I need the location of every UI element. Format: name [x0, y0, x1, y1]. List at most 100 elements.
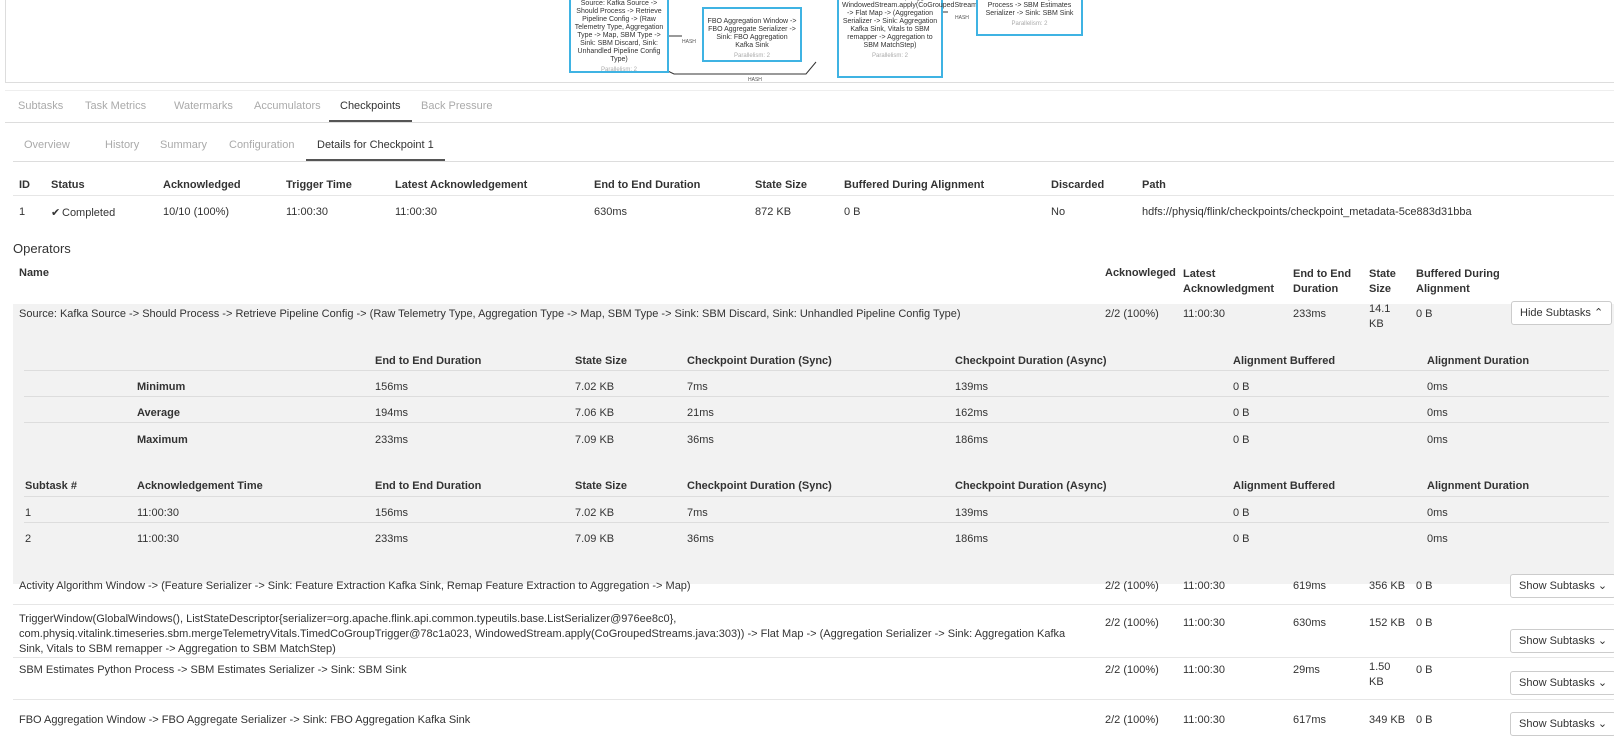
graph-edge — [652, 61, 817, 75]
chevron-down-icon: ⌄ — [1597, 580, 1608, 592]
graph-node-parallelism: Parallelism: 2 — [600, 67, 637, 73]
vertex-tabs: Subtasks Task Metrics Watermarks Accumul… — [5, 90, 1614, 123]
subtask-header: Alignment Duration — [1427, 480, 1530, 492]
divider — [24, 396, 1609, 397]
job-graph[interactable]: Source: Kafka Source -> Should Process -… — [5, 0, 1614, 83]
stats-header: Alignment Buffered — [1233, 355, 1336, 367]
subtask-cell: 1 — [25, 507, 32, 519]
operator-size: 356 KB — [1369, 580, 1406, 592]
subtask-header: Alignment Buffered — [1233, 480, 1336, 492]
button-label: Hide Subtasks — [1520, 307, 1591, 319]
checkmark-icon: ✔ — [51, 207, 61, 219]
subtask-cell: 0ms — [1427, 533, 1448, 545]
operator-latest: 11:00:30 — [1183, 580, 1226, 592]
edge-label: HASH — [682, 39, 696, 45]
op-header-ack: Acknowleged — [1105, 267, 1176, 279]
stats-value: 0ms — [1427, 407, 1448, 419]
hide-subtasks-button[interactable]: Hide Subtasks ⌃ — [1511, 301, 1613, 325]
stats-value: 162ms — [955, 407, 989, 419]
tab-watermarks[interactable]: Watermarks — [163, 91, 244, 122]
button-label: Show Subtasks — [1519, 580, 1595, 592]
stats-value: 0 B — [1233, 434, 1250, 446]
subtask-header: Checkpoint Duration (Sync) — [687, 480, 832, 492]
stats-value: 156ms — [375, 381, 409, 393]
operator-e2e: 630ms — [1293, 617, 1327, 629]
operator-ack: 2/2 (100%) — [1105, 714, 1159, 726]
subtask-cell: 186ms — [955, 533, 989, 545]
graph-node-label: SBM Estimates Python Process -> SBM Esti… — [985, 0, 1074, 17]
stats-value: 7.06 KB — [575, 407, 615, 419]
subtab-details-checkpoint-1[interactable]: Details for Checkpoint 1 — [306, 130, 445, 161]
col-header-status: Status — [51, 179, 85, 191]
status-text: Completed — [62, 207, 116, 219]
subtask-cell: 7.02 KB — [575, 507, 615, 519]
tab-accumulators[interactable]: Accumulators — [243, 91, 332, 122]
operator-e2e: 617ms — [1293, 714, 1327, 726]
graph-node[interactable]: FBO Aggregation Window -> FBO Aggregate … — [702, 7, 802, 62]
stats-value: 7.02 KB — [575, 381, 615, 393]
operator-latest: 11:00:30 — [1183, 617, 1226, 629]
stats-header: Checkpoint Duration (Sync) — [687, 355, 832, 367]
chevron-down-icon: ⌄ — [1597, 635, 1608, 647]
graph-edges — [652, 11, 948, 75]
checkpoint-subtabs: Overview History Summary Configuration D… — [13, 130, 1614, 162]
button-label: Show Subtasks — [1519, 635, 1595, 647]
tab-back-pressure[interactable]: Back Pressure — [410, 91, 504, 122]
graph-node[interactable]: Vitals.TimedCoGroupTrigger@78c1a023, Win… — [837, 0, 1014, 78]
operator-name: TriggerWindow(GlobalWindows(), ListState… — [19, 613, 1066, 655]
subtask-cell: 11:00:30 — [137, 507, 180, 519]
col-header-buffered: Buffered During Alignment — [844, 179, 985, 191]
divider — [13, 195, 1614, 196]
operator-size: 14.1 KB — [1369, 303, 1391, 330]
chevron-down-icon: ⌄ — [1597, 718, 1608, 730]
subtask-cell: 2 — [25, 533, 32, 545]
checkpoint-e2e-duration: 630ms — [594, 206, 628, 218]
operator-e2e: 619ms — [1293, 580, 1327, 592]
stats-value: 186ms — [955, 434, 989, 446]
show-subtasks-button[interactable]: Show Subtasks ⌄ — [1510, 574, 1614, 598]
operator-latest: 11:00:30 — [1183, 664, 1226, 676]
graph-node[interactable]: SBM Estimates Python Process -> SBM Esti… — [976, 0, 1083, 36]
subtask-cell: 36ms — [687, 533, 714, 545]
operator-buffered: 0 B — [1416, 308, 1433, 320]
tab-checkpoints[interactable]: Checkpoints — [329, 91, 412, 122]
op-header-size: State Size — [1369, 268, 1396, 295]
checkpoint-path: hdfs://physiq/flink/checkpoints/checkpoi… — [1142, 206, 1472, 218]
stats-header: End to End Duration — [375, 355, 482, 367]
operator-name: FBO Aggregation Window -> FBO Aggregate … — [19, 714, 471, 726]
subtab-summary[interactable]: Summary — [149, 130, 218, 161]
subtab-configuration[interactable]: Configuration — [218, 130, 305, 161]
tab-task-metrics[interactable]: Task Metrics — [74, 91, 157, 122]
show-subtasks-button[interactable]: Show Subtasks ⌄ — [1510, 629, 1614, 653]
subtask-cell: 7ms — [687, 507, 708, 519]
operator-size: 1.50 KB — [1369, 661, 1391, 688]
subtab-history[interactable]: History — [94, 130, 150, 161]
divider — [24, 522, 1609, 523]
subtask-cell: 0ms — [1427, 507, 1448, 519]
col-header-e2e-duration: End to End Duration — [594, 179, 701, 191]
subtask-header: End to End Duration — [375, 480, 482, 492]
operators-title: Operators — [13, 241, 71, 256]
show-subtasks-button[interactable]: Show Subtasks ⌄ — [1510, 712, 1614, 736]
checkpoint-acknowledged: 10/10 (100%) — [163, 206, 230, 218]
divider — [13, 604, 1614, 605]
stats-value: 139ms — [955, 381, 989, 393]
checkpoint-id: 1 — [19, 206, 26, 218]
op-header-name: Name — [19, 267, 49, 279]
show-subtasks-button[interactable]: Show Subtasks ⌄ — [1510, 671, 1614, 695]
col-header-path: Path — [1142, 179, 1166, 191]
operator-e2e: 233ms — [1293, 308, 1327, 320]
stats-value: 0ms — [1427, 434, 1448, 446]
divider — [24, 370, 1609, 371]
checkpoint-trigger-time: 11:00:30 — [286, 206, 329, 218]
tab-subtasks[interactable]: Subtasks — [7, 91, 74, 122]
button-label: Show Subtasks — [1519, 677, 1595, 689]
subtab-overview[interactable]: Overview — [13, 130, 81, 161]
graph-node[interactable]: Source: Kafka Source -> Should Process -… — [569, 0, 669, 73]
stats-header: State Size — [575, 355, 627, 367]
graph-node-parallelism: Parallelism: 2 — [871, 53, 908, 59]
subtask-cell: 7.09 KB — [575, 533, 615, 545]
op-header-latest: Latest Acknowledgment — [1183, 268, 1275, 295]
checkpoint-state-size: 872 KB — [755, 206, 792, 218]
operator-buffered: 0 B — [1416, 580, 1433, 592]
